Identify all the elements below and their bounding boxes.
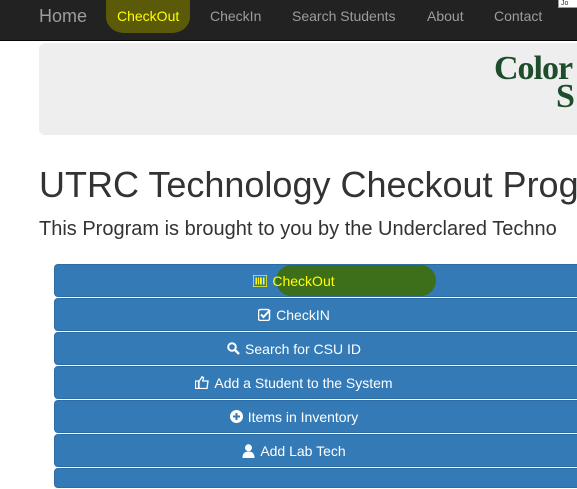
top-navbar: Home CheckOut CheckIn Search Students Ab… xyxy=(0,0,577,41)
checkin-button[interactable]: CheckIN xyxy=(54,298,577,331)
nav-link-about[interactable]: About xyxy=(427,8,464,24)
action-menu: CheckOut CheckIN Search for CSU ID Add a… xyxy=(54,264,577,489)
nav-link-checkin[interactable]: CheckIn xyxy=(210,8,261,24)
items-inventory-button[interactable]: Items in Inventory xyxy=(54,400,577,433)
university-logo-line2: S xyxy=(556,78,575,115)
corner-tag: Jo xyxy=(558,0,577,8)
nav-link-search-students[interactable]: Search Students xyxy=(292,8,396,24)
nav-link-checkout[interactable]: CheckOut xyxy=(117,8,179,24)
items-inventory-button-label: Items in Inventory xyxy=(247,408,359,425)
search-icon xyxy=(227,342,240,355)
nav-home-link[interactable]: Home xyxy=(39,6,87,27)
checkin-button-label: CheckIN xyxy=(276,306,330,323)
search-csu-id-button-label: Search for CSU ID xyxy=(245,340,361,357)
plus-circle-icon xyxy=(229,410,243,423)
user-icon xyxy=(242,443,255,458)
barcode-icon xyxy=(253,274,268,287)
checkbox-icon xyxy=(258,308,271,321)
page-subtitle: This Program is brought to you by the Un… xyxy=(39,218,557,240)
add-lab-tech-button-label: Add Lab Tech xyxy=(260,442,346,459)
page-title: UTRC Technology Checkout Prog xyxy=(39,164,577,205)
add-student-button-label: Add a Student to the System xyxy=(214,374,393,391)
checkout-button-label: CheckOut xyxy=(272,272,335,289)
thumbs-up-icon xyxy=(195,376,210,389)
nav-link-contact[interactable]: Contact xyxy=(494,8,542,24)
add-lab-tech-button[interactable]: Add Lab Tech xyxy=(54,434,577,467)
search-csu-id-button[interactable]: Search for CSU ID xyxy=(54,332,577,365)
checkout-button[interactable]: CheckOut xyxy=(54,264,577,297)
menu-button-partial[interactable] xyxy=(54,468,577,488)
add-student-button[interactable]: Add a Student to the System xyxy=(54,366,577,399)
